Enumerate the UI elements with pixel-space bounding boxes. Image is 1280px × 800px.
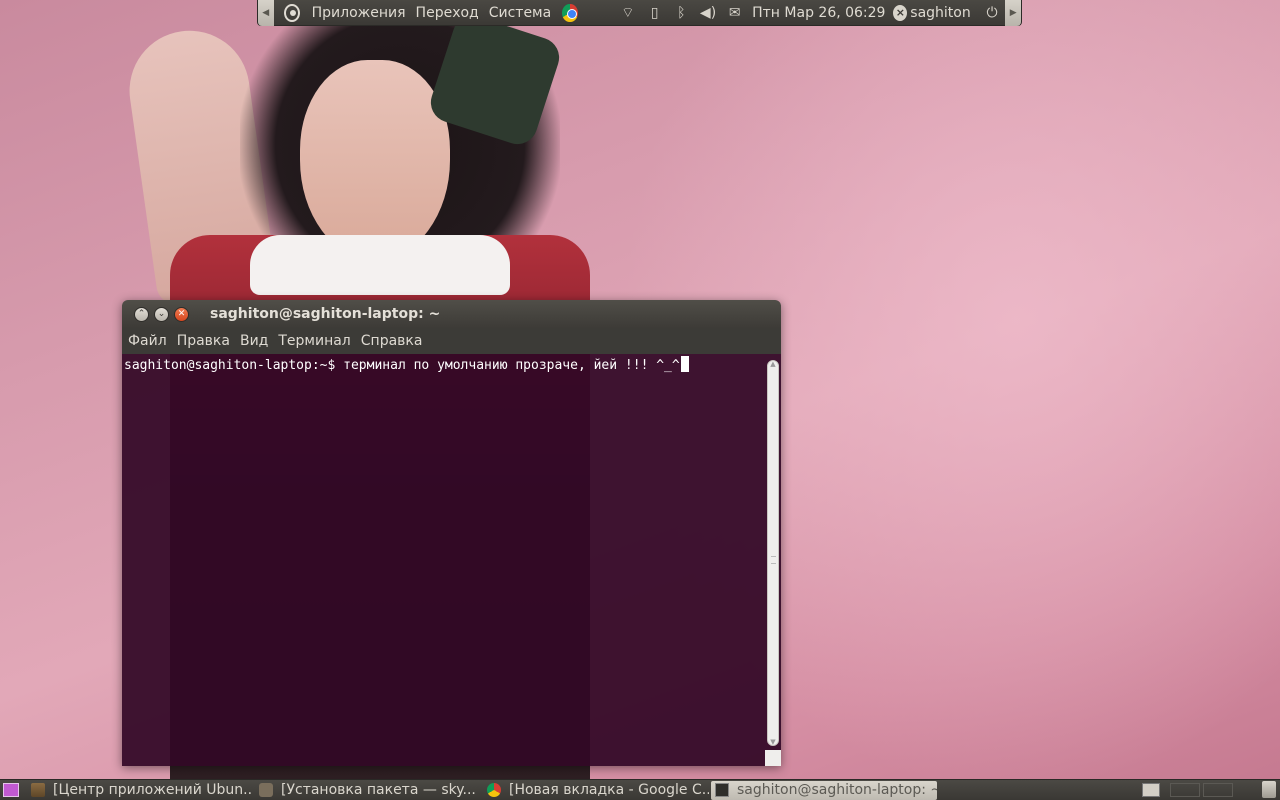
power-icon[interactable]: ⏻ — [982, 5, 1003, 21]
terminal-line: saghiton@saghiton-laptop:~$ терминал по … — [124, 356, 689, 373]
user-status-icon[interactable]: × — [893, 4, 908, 21]
taskbar-item-label: [Центр приложений Ubun... — [53, 782, 253, 798]
scroll-down-icon[interactable]: ▼ — [767, 738, 779, 746]
menu-places[interactable]: Переход — [411, 5, 484, 21]
panel-hide-left-icon[interactable]: ◀ — [258, 0, 274, 26]
terminal-command: терминал по умолчанию прозраче, йей !!! … — [343, 358, 680, 373]
minimize-button[interactable]: ⌄ — [154, 306, 169, 322]
volume-icon[interactable]: ◀) — [698, 5, 719, 21]
window-title: saghiton@saghiton-laptop: ~ — [210, 306, 441, 322]
title-bar[interactable]: ⌃ ⌄ ✕ saghiton@saghiton-laptop: ~ — [122, 300, 781, 328]
workspace-1[interactable] — [1142, 783, 1160, 797]
close-button[interactable]: ✕ — [174, 306, 189, 322]
mail-icon[interactable]: ✉ — [724, 5, 745, 21]
taskbar-item-label: saghiton@saghiton-laptop: ~ — [737, 782, 937, 798]
menu-file[interactable]: Файл — [122, 333, 172, 349]
terminal-window: ⌃ ⌄ ✕ saghiton@saghiton-laptop: ~ Файл П… — [122, 300, 781, 766]
menu-applications[interactable]: Приложения — [307, 5, 411, 21]
menu-help[interactable]: Справка — [356, 333, 428, 349]
taskbar-item-package-install[interactable]: [Установка пакета — sky... — [255, 781, 481, 800]
menu-view[interactable]: Вид — [235, 333, 273, 349]
resize-handle[interactable] — [765, 750, 781, 766]
package-icon — [31, 783, 45, 797]
show-desktop-icon[interactable] — [3, 783, 19, 797]
battery-icon[interactable]: ▯ — [644, 5, 665, 21]
menu-terminal[interactable]: Терминал — [273, 333, 355, 349]
taskbar-item-chrome[interactable]: [Новая вкладка - Google C... — [483, 781, 709, 800]
ubuntu-logo-icon[interactable] — [283, 3, 300, 22]
top-panel: ◀ Приложения Переход Система ⌔ ▯ ᛒ ◀) ✉ … — [257, 0, 1022, 26]
clock[interactable]: Птн Мар 26, 06:29 — [748, 5, 891, 21]
maximize-button[interactable]: ⌃ — [134, 306, 149, 322]
taskbar-item-label: [Новая вкладка - Google C... — [509, 782, 709, 798]
wifi-icon[interactable]: ⌔ — [618, 4, 639, 22]
trash-icon[interactable] — [1262, 781, 1276, 798]
terminal-cursor — [680, 356, 689, 372]
terminal-menu-bar: Файл Правка Вид Терминал Справка — [122, 328, 781, 354]
menu-edit[interactable]: Правка — [172, 333, 235, 349]
terminal-prompt: saghiton@saghiton-laptop:~$ — [124, 358, 344, 373]
scroll-up-icon[interactable]: ▲ — [767, 360, 779, 368]
scrollbar[interactable] — [767, 360, 779, 746]
chrome-icon — [487, 783, 501, 797]
workspace-2[interactable] — [1170, 783, 1200, 797]
terminal-output[interactable]: saghiton@saghiton-laptop:~$ терминал по … — [122, 354, 781, 766]
taskbar-item-terminal[interactable]: saghiton@saghiton-laptop: ~ — [711, 780, 937, 800]
scroll-grip-icon[interactable] — [771, 556, 776, 564]
box-icon — [259, 783, 273, 797]
menu-system[interactable]: Система — [484, 5, 556, 21]
taskbar-item-label: [Установка пакета — sky... — [281, 782, 476, 798]
panel-hide-right-icon[interactable]: ▶ — [1005, 0, 1021, 26]
bottom-panel: [Центр приложений Ubun... [Установка пак… — [0, 779, 1280, 800]
user-name[interactable]: saghiton — [907, 5, 978, 21]
bluetooth-icon[interactable]: ᛒ — [671, 5, 692, 21]
chrome-launcher-icon[interactable] — [562, 3, 578, 22]
terminal-icon — [715, 783, 729, 797]
taskbar-item-software-center[interactable]: [Центр приложений Ubun... — [27, 781, 253, 800]
workspace-3[interactable] — [1203, 783, 1233, 797]
